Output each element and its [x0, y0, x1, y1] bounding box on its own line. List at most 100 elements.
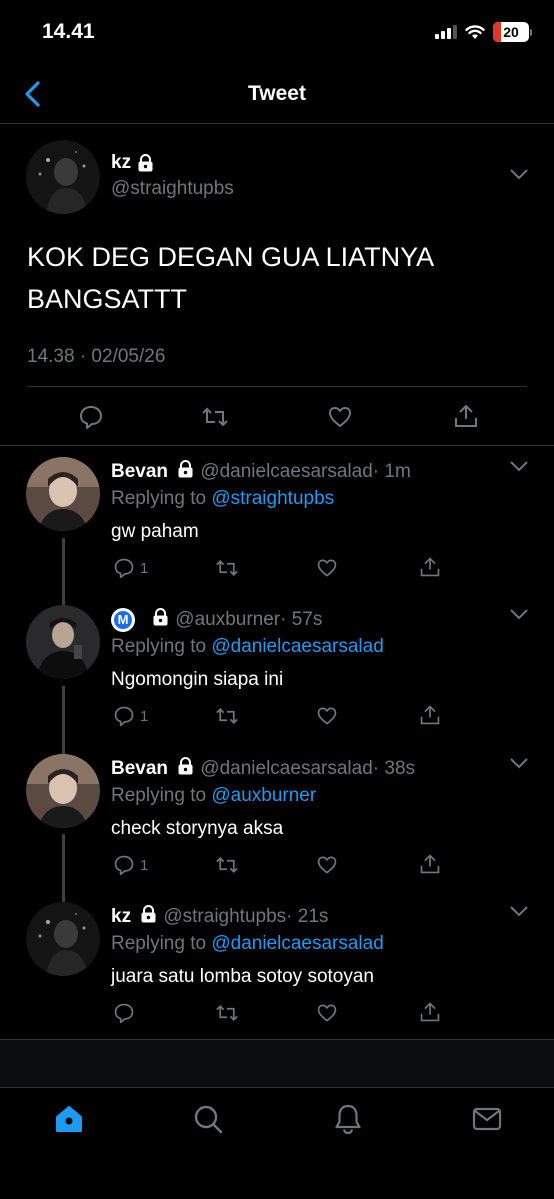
chevron-down-icon[interactable]	[509, 608, 529, 620]
chevron-down-icon[interactable]	[509, 460, 529, 472]
replying-to-handle[interactable]: @straightupbs	[211, 488, 334, 509]
cellular-signal-icon	[435, 25, 457, 39]
replying-to: Replying to @danielcaesarsalad	[111, 933, 384, 955]
lock-icon	[141, 905, 156, 923]
reply-count: 1	[140, 707, 149, 725]
main-tweet: kz @straightupbs KOK DEG DEGAN GUA LIATN…	[0, 124, 554, 446]
battery-indicator: 20	[493, 22, 529, 42]
reply-actions: 1	[0, 557, 554, 585]
lock-icon	[178, 757, 193, 775]
notifications-icon[interactable]	[331, 1102, 365, 1136]
replying-to-label: Replying to	[111, 785, 212, 806]
reply-tweet: kz @straightupbs· 21s Replying to @danie…	[0, 902, 554, 1053]
lock-icon	[138, 154, 153, 172]
lock-icon	[178, 460, 193, 478]
reply-icon	[114, 558, 134, 579]
replying-to: Replying to @straightupbs	[111, 488, 334, 510]
reply-actions: 1	[0, 854, 554, 882]
reply-header: Bevan @danielcaesarsalad· 1m	[111, 460, 411, 483]
reply-text: juara satu lomba sotoy sotoyan	[111, 966, 374, 987]
replying-to-label: Replying to	[111, 636, 212, 657]
reply-text: check storynya aksa	[111, 818, 284, 839]
messages-icon[interactable]	[470, 1102, 504, 1136]
author-name[interactable]: kz	[111, 152, 131, 174]
reply-button[interactable]: 1	[113, 705, 148, 727]
reply-text: gw paham	[111, 521, 199, 542]
share-icon[interactable]	[419, 1001, 441, 1023]
like-icon[interactable]	[316, 705, 338, 727]
like-icon[interactable]	[316, 854, 338, 876]
reply-time: · 21s	[286, 906, 329, 927]
author-handle[interactable]: @danielcaesarsalad	[200, 461, 372, 482]
replying-to-handle[interactable]: @danielcaesarsalad	[211, 636, 383, 657]
bottom-tab-bar	[0, 1088, 554, 1199]
divider	[27, 386, 527, 387]
reply-time: · 1m	[372, 461, 411, 482]
wifi-icon	[465, 24, 485, 39]
tweet-text: KOK DEG DEGAN GUA LIATNYA BANGSATTT	[27, 242, 433, 314]
share-icon[interactable]	[419, 704, 441, 726]
home-icon[interactable]	[52, 1102, 86, 1136]
avatar[interactable]	[26, 605, 100, 679]
search-icon[interactable]	[191, 1102, 225, 1136]
reply-header: M @auxburner· 57s	[111, 608, 322, 632]
reply-button[interactable]	[113, 1002, 140, 1024]
reply-icon	[114, 1003, 134, 1024]
like-icon[interactable]	[327, 404, 353, 430]
page-title: Tweet	[248, 82, 306, 105]
reply-icon[interactable]	[78, 404, 104, 430]
retweet-icon[interactable]	[215, 705, 239, 727]
author-handle[interactable]: @straightupbs	[111, 178, 234, 200]
reply-text: Ngomongin siapa ini	[111, 669, 284, 690]
author-handle[interactable]: @straightupbs	[163, 906, 286, 927]
reply-time: · 57s	[280, 609, 323, 631]
retweet-icon[interactable]	[215, 557, 239, 579]
reply-tweet: Bevan @danielcaesarsalad· 1m Replying to…	[0, 457, 554, 608]
avatar[interactable]	[26, 902, 100, 976]
like-icon[interactable]	[316, 1002, 338, 1024]
retweet-icon[interactable]	[215, 1002, 239, 1024]
avatar[interactable]	[26, 457, 100, 531]
replying-to-label: Replying to	[111, 488, 212, 509]
tweet-timestamp: 14.38 · 02/05/26	[27, 346, 166, 367]
battery-level: 20	[503, 24, 519, 40]
author-name[interactable]: Bevan	[111, 758, 168, 779]
reply-header: Bevan @danielcaesarsalad· 38s	[111, 757, 415, 780]
author-name[interactable]: Bevan	[111, 461, 168, 482]
verified-initial-badge: M	[111, 608, 135, 632]
reply-button[interactable]: 1	[113, 557, 148, 579]
retweet-icon[interactable]	[201, 404, 229, 430]
chevron-down-icon[interactable]	[509, 168, 529, 180]
reply-count: 1	[140, 559, 149, 577]
avatar[interactable]	[26, 140, 100, 214]
author-handle[interactable]: @danielcaesarsalad	[200, 758, 372, 779]
author-handle[interactable]: @auxburner	[175, 609, 280, 630]
retweet-icon[interactable]	[215, 854, 239, 876]
tweet-actions	[0, 396, 554, 436]
avatar[interactable]	[26, 754, 100, 828]
reply-tweet: Bevan @danielcaesarsalad· 38s Replying t…	[0, 754, 554, 905]
replying-to-label: Replying to	[111, 933, 212, 954]
replying-to-handle[interactable]: @danielcaesarsalad	[211, 933, 383, 954]
lock-icon	[153, 608, 168, 626]
reply-icon	[114, 855, 134, 876]
replying-to: Replying to @auxburner	[111, 785, 316, 807]
reply-actions: 1	[0, 705, 554, 733]
author-name[interactable]: kz	[111, 906, 131, 927]
reply-count: 1	[140, 856, 149, 874]
status-time: 14.41	[42, 20, 95, 43]
share-icon[interactable]	[453, 403, 479, 429]
badge-letter: M	[114, 611, 132, 629]
share-icon[interactable]	[419, 556, 441, 578]
chevron-down-icon[interactable]	[509, 905, 529, 917]
replying-to: Replying to @danielcaesarsalad	[111, 636, 384, 658]
chevron-down-icon[interactable]	[509, 757, 529, 769]
reply-icon	[114, 706, 134, 727]
reply-header: kz @straightupbs· 21s	[111, 905, 328, 928]
share-icon[interactable]	[419, 853, 441, 875]
like-icon[interactable]	[316, 557, 338, 579]
reply-button[interactable]: 1	[113, 854, 148, 876]
status-bar: 14.41 20	[0, 0, 554, 66]
reply-actions	[0, 1002, 554, 1030]
replying-to-handle[interactable]: @auxburner	[211, 785, 316, 806]
